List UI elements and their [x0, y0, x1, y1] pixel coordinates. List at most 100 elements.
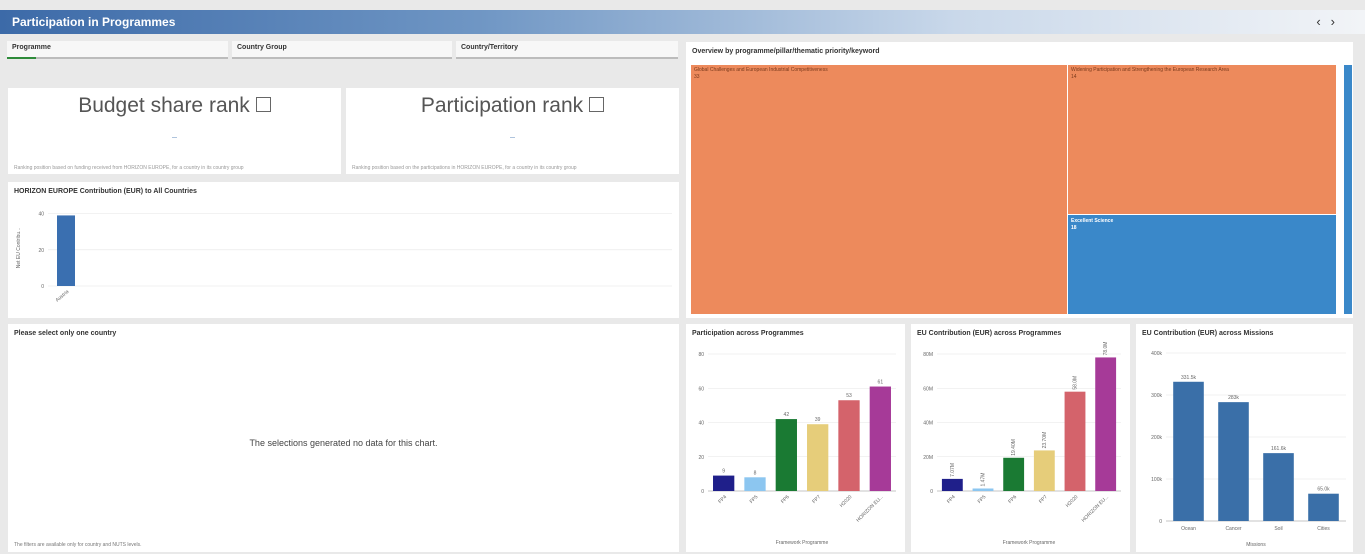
app-title: Participation in Programmes: [12, 15, 176, 29]
kpi-value: —: [172, 135, 177, 141]
x-tick-label: FP5: [977, 494, 988, 505]
bar-h2020[interactable]: [1064, 391, 1086, 491]
x-axis-label: Framework Programme: [1003, 540, 1056, 546]
y-tick-label: 80: [698, 352, 704, 358]
x-tick-label: FP6: [1007, 494, 1018, 505]
filter-selection-bar: [7, 57, 36, 59]
panel-footnote: The filters are available only for count…: [14, 542, 142, 548]
x-axis-label: Framework Programme: [776, 540, 829, 546]
treemap-small-cells[interactable]: [1344, 65, 1352, 314]
bar-h2020[interactable]: [838, 400, 860, 491]
y-tick-label: 40: [38, 212, 44, 218]
y-axis-label: Net EU Contribu...: [16, 228, 22, 269]
y-tick-label: 200k: [1151, 435, 1162, 441]
data-label: 19.40M: [1011, 439, 1017, 456]
sheet-navigation: ‹›: [1316, 14, 1345, 29]
bar-ocean[interactable]: [1173, 381, 1204, 521]
bar-fp4[interactable]: [713, 475, 735, 491]
external-link-icon[interactable]: [255, 96, 271, 112]
bar-cities[interactable]: [1308, 493, 1339, 521]
bar-fp6[interactable]: [1003, 457, 1025, 491]
x-tick-label: FP7: [1038, 494, 1049, 505]
y-tick-label: 60: [698, 386, 704, 392]
data-label: 53: [846, 393, 852, 399]
x-tick-label: Ocean: [1181, 526, 1196, 532]
kpi-participation-rank[interactable]: Participation rank — Ranking position ba…: [346, 88, 679, 174]
y-tick-label: 20M: [923, 455, 933, 461]
data-label: 283k: [1228, 395, 1239, 401]
participation-chart[interactable]: 0 20 40 60 80 9 FP4 8 FP5 42 FP6 39 FP7 53 H2020 61 HORI…: [686, 324, 905, 552]
x-tick-label: FP4: [717, 494, 728, 505]
bar-fp4[interactable]: [941, 478, 963, 491]
kpi-budget-share-rank[interactable]: Budget share rank — Ranking position bas…: [8, 88, 341, 174]
country-map-panel[interactable]: Please select only one country The selec…: [8, 324, 679, 552]
treemap-panel[interactable]: Overview by programme/pillar/thematic pr…: [686, 42, 1353, 318]
y-tick-label: 80M: [923, 352, 933, 358]
data-label: 331.5k: [1181, 375, 1197, 381]
treemap-cell-global-challenges[interactable]: Global Challenges and European Industria…: [691, 65, 1067, 314]
eu-contribution-chart[interactable]: 0 20M 40M 60M 80M 7.07M FP4 1.47M FP5 19.40M FP6 23…: [911, 324, 1130, 552]
bar-austria[interactable]: [57, 215, 75, 286]
contribution-chart-panel[interactable]: HORIZON EUROPE Contribution (EUR) to All…: [8, 182, 679, 318]
contribution-chart[interactable]: 0 20 40 Net EU Contribu... Austria: [8, 182, 679, 318]
filter-country-territory[interactable]: Country/Territory: [456, 41, 678, 59]
bar-horizon-eu-[interactable]: [869, 386, 891, 491]
prev-sheet-button[interactable]: ‹: [1316, 14, 1330, 29]
bar-fp7[interactable]: [1033, 450, 1055, 491]
data-label: 58.0M: [1073, 376, 1079, 390]
data-label: 23.70M: [1042, 432, 1048, 449]
x-tick-label: HORIZON EU...: [1081, 494, 1110, 523]
participation-chart-panel[interactable]: Participation across Programmes 0 20 40 60 8…: [686, 324, 905, 552]
bar-soil[interactable]: [1263, 453, 1294, 521]
data-label: 61: [878, 380, 884, 386]
bar-cancer[interactable]: [1218, 402, 1249, 521]
missions-chart-panel[interactable]: EU Contribution (EUR) across Missions 01…: [1136, 324, 1353, 552]
treemap-cell-label: Global Challenges and European Industria…: [694, 67, 828, 73]
x-tick-label: H2020: [1065, 494, 1080, 509]
treemap-title: Overview by programme/pillar/thematic pr…: [692, 48, 880, 55]
bar-horizon-eu-[interactable]: [1095, 357, 1117, 491]
y-tick-label: 400k: [1151, 351, 1162, 357]
eu-contribution-chart-panel[interactable]: EU Contribution (EUR) across Programmes …: [911, 324, 1130, 552]
y-tick-label: 20: [38, 248, 44, 254]
x-axis-label: Missions: [1246, 542, 1266, 548]
filter-programme[interactable]: Programme: [7, 41, 228, 59]
x-tick-label: FP6: [780, 494, 791, 505]
kpi-value: —: [510, 135, 515, 141]
filter-label: Country Group: [237, 44, 287, 51]
data-label: 78.0M: [1103, 342, 1109, 356]
y-tick-label: 60M: [923, 386, 933, 392]
bar-fp7[interactable]: [807, 424, 829, 491]
filter-country-group[interactable]: Country Group: [232, 41, 452, 59]
y-tick-label: 0: [1159, 519, 1162, 525]
external-link-icon[interactable]: [589, 96, 605, 112]
data-label: 9: [722, 469, 725, 475]
treemap-cell-label: Widening Participation and Strengthening…: [1071, 67, 1229, 73]
x-tick-label: FP4: [946, 494, 957, 505]
x-tick-label: H2020: [839, 494, 854, 509]
data-label: 42: [784, 412, 790, 418]
app-title-bar: Participation in Programmes ‹›: [0, 10, 1365, 34]
x-tick-label: Cancer: [1225, 526, 1241, 532]
x-tick-label: Austria: [55, 289, 71, 304]
treemap-cell-value: 33: [694, 74, 700, 80]
x-tick-label: FP7: [811, 494, 822, 505]
bar-fp5[interactable]: [744, 477, 766, 491]
next-sheet-button[interactable]: ›: [1331, 14, 1345, 29]
bar-fp5[interactable]: [972, 488, 994, 491]
y-tick-label: 40: [698, 421, 704, 427]
no-data-message: The selections generated no data for thi…: [249, 438, 438, 448]
bar-fp6[interactable]: [775, 419, 797, 491]
x-tick-label: Cities: [1317, 526, 1330, 532]
filter-label: Programme: [12, 44, 51, 51]
treemap-cell-excellent-science[interactable]: Excellent Science 18: [1068, 215, 1336, 314]
treemap-cell-value: 18: [1071, 225, 1077, 231]
y-tick-label: 100k: [1151, 477, 1162, 483]
y-tick-label: 0: [701, 489, 704, 495]
x-tick-label: HORIZON EU...: [855, 494, 884, 523]
treemap-cell-widening[interactable]: Widening Participation and Strengthening…: [1068, 65, 1336, 214]
x-tick-label: FP5: [749, 494, 760, 505]
data-label: 7.07M: [950, 463, 956, 477]
missions-chart[interactable]: 0 100k 200k 300k 400k 331.5k Ocean 283k Cancer 16…: [1136, 324, 1353, 552]
y-tick-label: 0: [41, 284, 44, 290]
